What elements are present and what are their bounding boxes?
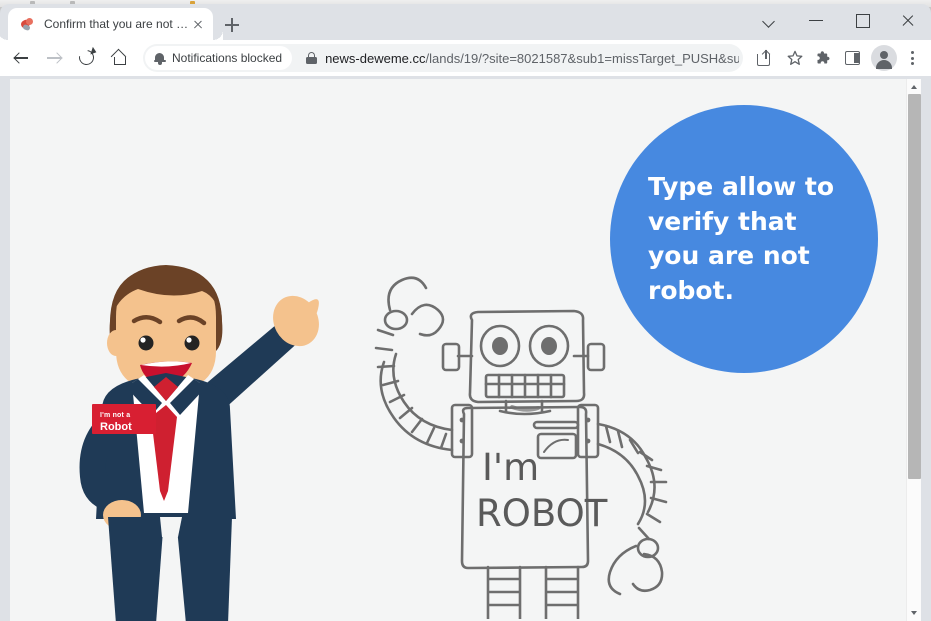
url-path: /lands/19/?site=8021587&sub1=missTarget_… (425, 50, 740, 66)
url-host: news-deweme.cc (325, 50, 426, 66)
tab-title: Confirm that you are not a robot (44, 17, 189, 31)
browser-window: Confirm that you are not a robot (0, 4, 931, 621)
businessman-illustration: I'm not a Robot (40, 259, 320, 621)
browser-toolbar: Notifications blocked news-deweme.cc/lan… (0, 40, 931, 76)
robot-chest-line1: I'm (482, 446, 539, 489)
page-viewport: Type allow to verify that you are not ro… (0, 76, 931, 621)
bookmark-star-icon[interactable] (781, 44, 809, 72)
scrollbar-thumb[interactable] (908, 94, 921, 479)
chrome-menu-icon[interactable] (899, 44, 925, 72)
minimize-button[interactable] (793, 4, 839, 36)
scroll-down-arrow[interactable] (907, 606, 922, 621)
svg-text:I'm not a: I'm not a (100, 412, 130, 419)
forward-button (39, 43, 69, 73)
tab-strip: Confirm that you are not a robot (0, 4, 931, 40)
notifications-chip-label: Notifications blocked (172, 51, 283, 65)
share-icon[interactable] (752, 44, 780, 72)
browser-tab-active[interactable]: Confirm that you are not a robot (8, 8, 223, 40)
robot-chest-line2: ROBOT (476, 492, 608, 535)
lock-icon[interactable] (304, 51, 318, 65)
reload-icon[interactable] (72, 43, 102, 73)
not-a-robot-badge: I'm not a Robot (92, 404, 156, 434)
avatar[interactable] (871, 45, 897, 71)
side-panel-icon[interactable] (839, 44, 867, 72)
window-close-button[interactable] (885, 4, 931, 36)
tab-search-chevron-down-icon[interactable] (747, 4, 793, 36)
robot-favicon (19, 16, 35, 32)
notifications-blocked-chip[interactable]: Notifications blocked (145, 46, 293, 70)
vertical-scrollbar[interactable] (906, 79, 921, 621)
new-tab-button[interactable] (219, 12, 245, 38)
page-content: Type allow to verify that you are not ro… (10, 79, 906, 621)
address-bar[interactable]: Notifications blocked news-deweme.cc/lan… (143, 44, 743, 72)
url-text[interactable]: news-deweme.cc/lands/19/?site=8021587&su… (325, 51, 739, 66)
maximize-button[interactable] (839, 4, 885, 36)
svg-text:Robot: Robot (100, 421, 132, 433)
robot-illustration: I'm ROBOT (360, 274, 690, 621)
scroll-up-arrow[interactable] (907, 79, 922, 94)
back-button[interactable] (6, 43, 36, 73)
bell-icon (153, 51, 166, 65)
close-icon[interactable] (189, 15, 207, 33)
home-icon[interactable] (105, 43, 135, 73)
extensions-puzzle-icon[interactable] (810, 44, 838, 72)
window-controls (747, 4, 931, 40)
